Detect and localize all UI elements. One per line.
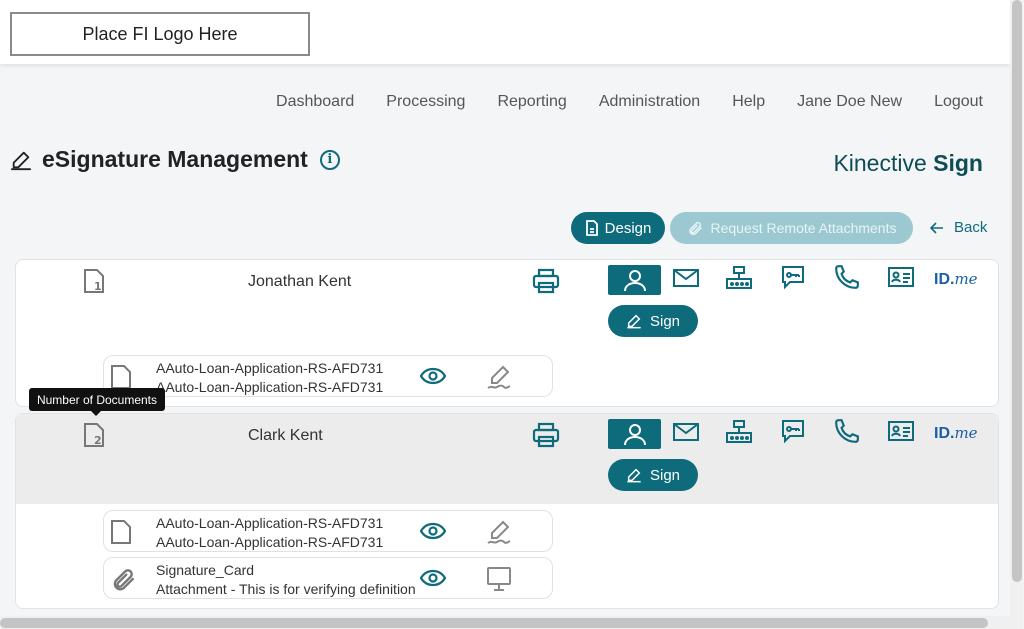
monitor-icon[interactable] — [486, 566, 512, 592]
pen-icon — [627, 468, 641, 483]
signer-card: 1 Jonathan Kent ID.me Sign AAuto-Loan-Ap… — [15, 259, 999, 407]
document-icon — [111, 365, 131, 389]
nav-processing[interactable]: Processing — [386, 93, 465, 111]
phone-icon[interactable] — [834, 264, 860, 290]
eye-icon[interactable] — [420, 367, 446, 385]
main-nav: Dashboard Processing Reporting Administr… — [276, 93, 983, 111]
auth-user-icon-selected[interactable] — [608, 265, 661, 295]
request-remote-attachments-button[interactable]: Request Remote Attachments — [670, 212, 913, 244]
info-icon[interactable]: i — [319, 149, 340, 170]
sign-button-label: Sign — [649, 312, 681, 330]
document-count-tooltip: Number of Documents — [29, 388, 165, 416]
key-message-icon[interactable] — [780, 418, 806, 444]
nav-dashboard[interactable]: Dashboard — [276, 93, 354, 111]
design-button[interactable]: Design — [571, 212, 665, 244]
nav-logout[interactable]: Logout — [934, 93, 983, 111]
idme-logo-id: ID. — [934, 271, 955, 288]
sign-button[interactable]: Sign — [608, 459, 698, 491]
signature-icon[interactable] — [486, 364, 512, 390]
document-description: AAuto-Loan-Application-RS-AFD731 — [156, 379, 384, 395]
nav-administration[interactable]: Administration — [599, 93, 700, 111]
fi-logo-placeholder: Place FI Logo Here — [10, 12, 310, 56]
nav-user-menu[interactable]: Jane Doe New — [797, 93, 902, 111]
mail-icon[interactable] — [673, 422, 699, 442]
back-label: Back — [954, 219, 988, 236]
user-icon — [623, 270, 646, 292]
auth-user-icon-selected[interactable] — [608, 419, 661, 449]
document-name: AAuto-Loan-Application-RS-AFD731 — [156, 360, 384, 376]
nav-reporting[interactable]: Reporting — [497, 93, 566, 111]
brand-prefix: Kinective — [833, 150, 927, 176]
document-count-icon[interactable]: 2 — [83, 422, 105, 448]
sign-button[interactable]: Sign — [608, 305, 698, 337]
router-icon[interactable] — [725, 265, 753, 291]
attachment-name: Signature_Card — [156, 562, 255, 578]
paperclip-icon — [688, 221, 702, 236]
id-card-icon[interactable] — [888, 421, 914, 441]
idme-logo[interactable]: ID.me — [934, 424, 978, 443]
eye-icon[interactable] — [420, 522, 446, 540]
document-row[interactable]: AAuto-Loan-Application-RS-AFD731 AAuto-L… — [103, 355, 553, 397]
idme-logo-id: ID. — [934, 425, 955, 442]
page-header: eSignature Management i — [10, 146, 340, 173]
document-icon — [111, 520, 131, 544]
signature-pen-icon — [10, 151, 32, 170]
idme-logo-me: me — [954, 270, 978, 288]
print-icon[interactable] — [532, 268, 560, 294]
idme-logo[interactable]: ID.me — [934, 270, 978, 289]
vertical-scrollbar[interactable] — [1010, 0, 1023, 629]
document-count-icon[interactable]: 1 — [83, 268, 105, 294]
design-button-label: Design — [604, 219, 652, 237]
key-message-icon[interactable] — [780, 264, 806, 290]
mail-icon[interactable] — [673, 268, 699, 288]
signature-icon[interactable] — [486, 519, 512, 545]
document-row[interactable]: AAuto-Loan-Application-RS-AFD731 AAuto-L… — [103, 510, 553, 552]
request-remote-attachments-label: Request Remote Attachments — [710, 220, 897, 236]
phone-icon[interactable] — [834, 418, 860, 444]
document-description: AAuto-Loan-Application-RS-AFD731 — [156, 534, 384, 550]
brand-suffix: Sign — [933, 150, 983, 176]
eye-icon[interactable] — [420, 569, 446, 587]
signer-card: 2 Clark Kent ID.me Sign AAuto-Loan-Appli… — [15, 413, 999, 609]
router-icon[interactable] — [725, 419, 753, 445]
paperclip-icon — [113, 569, 134, 591]
attachment-row[interactable]: Signature_Card Attachment - This is for … — [103, 557, 553, 599]
document-count-value: 1 — [94, 280, 102, 293]
page-title: eSignature Management — [42, 146, 308, 172]
signer-name: Jonathan Kent — [248, 273, 352, 290]
print-icon[interactable] — [532, 422, 560, 448]
back-link[interactable]: Back — [930, 219, 987, 236]
document-design-icon — [585, 220, 598, 236]
pen-icon — [627, 314, 641, 329]
brand-logo: Kinective Sign — [833, 150, 983, 177]
id-card-icon[interactable] — [888, 267, 914, 287]
document-name: AAuto-Loan-Application-RS-AFD731 — [156, 515, 384, 531]
sign-button-label: Sign — [649, 466, 681, 484]
vertical-scroll-thumb[interactable] — [1012, 0, 1022, 582]
nav-help[interactable]: Help — [732, 93, 765, 111]
idme-logo-me: me — [954, 424, 978, 442]
document-count-value: 2 — [94, 434, 102, 447]
horizontal-scroll-thumb[interactable] — [0, 618, 988, 628]
attachment-description: Attachment - This is for verifying defin… — [156, 581, 416, 597]
user-icon — [623, 424, 646, 446]
arrow-left-icon — [930, 221, 943, 234]
top-bar: Place FI Logo Here — [0, 0, 1010, 64]
signer-name: Clark Kent — [248, 427, 323, 444]
horizontal-scrollbar[interactable] — [0, 616, 1010, 629]
